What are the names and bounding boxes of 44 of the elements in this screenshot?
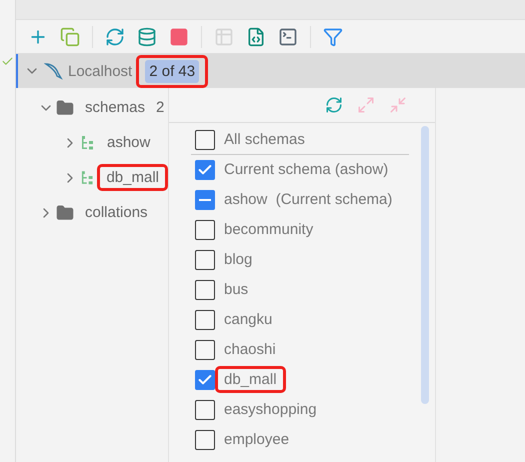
checkbox[interactable]	[195, 280, 215, 300]
schema-option-label[interactable]: db_mall	[224, 371, 277, 388]
schema-option-label[interactable]: chaoshi	[224, 341, 276, 358]
connection-name[interactable]: Localhost	[68, 62, 132, 80]
checkbox[interactable]	[195, 160, 215, 180]
copy-button[interactable]	[60, 26, 80, 46]
refresh-button[interactable]	[105, 26, 125, 46]
schema-option-label[interactable]: cangku	[224, 311, 272, 328]
tree-item[interactable]: ashow	[107, 134, 150, 151]
checkbox[interactable]	[195, 430, 215, 450]
dash-icon	[199, 198, 211, 200]
checkbox[interactable]	[195, 190, 215, 210]
checkbox[interactable]	[195, 400, 215, 420]
checkbox[interactable]	[195, 250, 215, 270]
schema-option-label[interactable]: employee	[224, 431, 290, 448]
refresh-button[interactable]	[325, 96, 343, 114]
schema-option-label[interactable]: All schemas	[224, 131, 305, 148]
schema-option-label[interactable]: ashow (Current schema)	[224, 191, 392, 208]
schema-option-label[interactable]: becommunity	[224, 221, 314, 238]
stop-button[interactable]	[169, 26, 189, 46]
code-file-button[interactable]	[246, 26, 266, 46]
tree-item[interactable]: db_mall	[106, 169, 159, 186]
checkbox[interactable]	[195, 220, 215, 240]
checkbox[interactable]	[195, 340, 215, 360]
tree-item[interactable]: collations	[85, 204, 148, 221]
checkbox[interactable]	[195, 310, 215, 330]
schema-option-label[interactable]: blog	[224, 251, 252, 268]
schema-icon	[80, 134, 96, 150]
schema-option-label[interactable]: Current schema (ashow)	[224, 161, 388, 178]
folder-icon	[56, 98, 74, 116]
terminal-button[interactable]	[278, 26, 298, 46]
database-button[interactable]	[137, 26, 157, 46]
tree-item[interactable]: schemas	[85, 99, 146, 116]
filter-button[interactable]	[323, 26, 343, 46]
checkbox[interactable]	[195, 370, 215, 390]
checkbox[interactable]	[195, 130, 215, 150]
schema-icon	[80, 170, 96, 186]
schema-count-badge[interactable]: 2 of 43	[145, 60, 200, 82]
schema-option-label[interactable]: bus	[224, 281, 248, 298]
scrollbar[interactable]	[421, 126, 429, 404]
item-count: 2	[156, 99, 164, 116]
dolphin-icon	[44, 61, 64, 81]
schema-option-label[interactable]: easyshopping	[224, 401, 317, 418]
folder-icon	[56, 204, 74, 222]
